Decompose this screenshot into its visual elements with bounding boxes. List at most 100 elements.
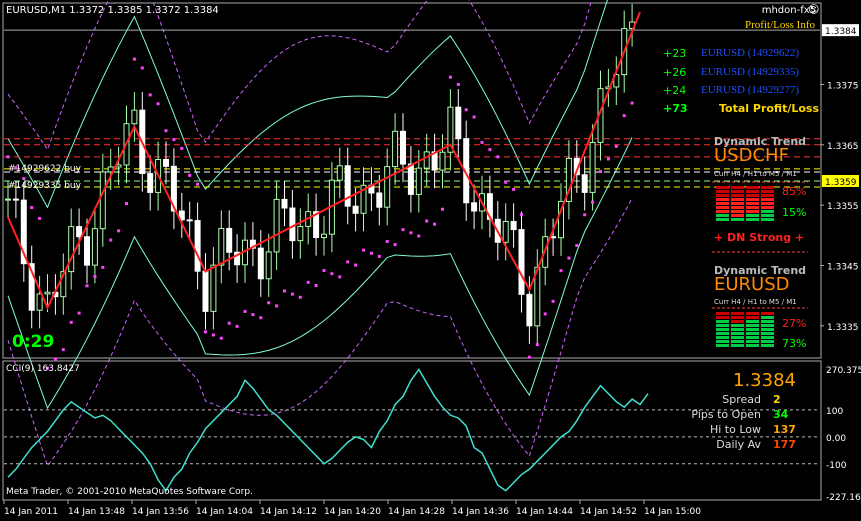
meter-cell	[731, 312, 744, 315]
trade-3-pips: +24	[663, 84, 687, 97]
candle-body	[44, 291, 51, 295]
meter-cell	[746, 194, 759, 197]
sar-dot	[267, 301, 271, 305]
candles	[5, 3, 636, 344]
trend1-down-pct: 15%	[782, 206, 807, 219]
time-tick-label: 14 Jan 14:44	[516, 507, 573, 517]
price-tick-label: 1.3355	[827, 202, 859, 212]
sar-dot	[591, 200, 595, 204]
sar-dot	[385, 239, 389, 243]
stats-value: 34	[773, 408, 789, 421]
meter-cell	[716, 198, 729, 201]
sar-dot	[101, 265, 105, 269]
meter-cell	[716, 344, 729, 347]
total-pips: +73	[663, 102, 688, 115]
meter-cell	[731, 324, 744, 327]
sar-dot	[314, 283, 318, 287]
price-tick-label: 1.3359	[825, 178, 857, 188]
sar-dot	[614, 144, 618, 148]
meter-cell	[761, 218, 774, 221]
cci-tick-label: -100	[826, 461, 847, 471]
trend1-signal: + DN Strong +	[714, 231, 805, 244]
meter-cell	[746, 320, 759, 323]
candle-body	[376, 192, 383, 208]
candle-body	[336, 165, 343, 181]
candle-body	[218, 227, 225, 266]
meter-cell	[716, 328, 729, 331]
sar-dot	[346, 260, 350, 264]
cci-axis: 270.3756 100 0.00 -100 -227.1618	[826, 366, 861, 503]
sar-dot	[559, 269, 563, 273]
meter-cell	[746, 316, 759, 319]
meter-cell	[716, 340, 729, 343]
meter-cell	[746, 328, 759, 331]
candle-body	[68, 226, 75, 273]
price-tick-label: 1.3375	[827, 81, 859, 91]
sar-dot	[567, 256, 571, 260]
trend2-timeframes: Curr H4 / H1 to M5 / M1	[714, 298, 797, 306]
sar-dot	[172, 138, 176, 142]
candle-body	[12, 198, 19, 201]
sar-dot	[417, 234, 421, 238]
sar-dot	[377, 254, 381, 258]
trend2-symbol: EURUSD	[714, 274, 790, 295]
meter-cell	[746, 210, 759, 213]
cci-path	[7, 368, 649, 493]
time-axis: 14 Jan 2011 14 Jan 13:48 14 Jan 13:56 14 Ja…	[3, 500, 701, 517]
meter-cell	[716, 206, 729, 209]
sar-dot	[283, 289, 286, 293]
meter-cell	[716, 336, 729, 339]
cci-tick-label: 100	[826, 407, 843, 417]
candle-body	[400, 130, 406, 165]
sar-dot	[575, 243, 579, 247]
order-label-2[interactable]: #14929335 buy	[8, 182, 81, 191]
sar-dot	[306, 280, 310, 284]
candle-body	[273, 198, 280, 253]
meter-cell	[731, 344, 744, 347]
time-tick-label: 14 Jan 13:48	[68, 507, 125, 517]
meter-cell	[716, 324, 729, 327]
candle-body	[589, 141, 596, 193]
sar-dot	[543, 312, 547, 316]
stats-label: Pips to Open	[691, 408, 761, 421]
meter-cell	[731, 194, 744, 197]
meter-cell	[746, 312, 759, 315]
stats-value: 177	[773, 438, 796, 451]
meter-cell	[731, 202, 744, 205]
sar-dot	[243, 309, 247, 313]
meter-cell	[761, 198, 774, 201]
candle-body	[202, 270, 209, 312]
meter-cell	[746, 198, 759, 201]
price-tick-label: 1.3345	[827, 262, 859, 272]
chart-window[interactable]: 1.3384 1.3375 1.3365 1.3359 1.3355 1.3345 1.33…	[0, 0, 861, 517]
sar-dot	[425, 219, 429, 223]
meter-cell	[716, 316, 729, 319]
meter-cell	[761, 214, 774, 217]
candle-body	[352, 205, 359, 214]
candle-body	[518, 229, 525, 295]
meter-cell	[716, 190, 729, 193]
meter-cell	[716, 218, 729, 221]
meter-cell	[716, 194, 729, 197]
sar-dot	[441, 207, 444, 211]
sar-dot	[488, 148, 492, 152]
meter-cell	[731, 206, 744, 209]
candle-body	[289, 207, 296, 242]
meter-cell	[746, 344, 759, 347]
candle-body	[455, 106, 462, 140]
candle-body	[510, 220, 517, 231]
sar-dot	[77, 311, 81, 315]
sar-dot	[527, 355, 531, 359]
sar-dot	[630, 101, 634, 105]
meter-cell	[746, 214, 759, 217]
sar-dot	[109, 238, 113, 242]
sar-dot	[85, 284, 89, 288]
meter-cell	[761, 190, 774, 193]
time-tick-label: 14 Jan 14:04	[196, 507, 253, 517]
time-tick-label: 14 Jan 14:20	[324, 507, 381, 517]
sar-dot	[196, 182, 200, 186]
order-label-1[interactable]: #14929622 buy	[8, 165, 81, 174]
smiley-icon: ☺	[808, 3, 820, 16]
trade-1-pips: +23	[663, 47, 687, 60]
sar-dot	[148, 93, 152, 97]
